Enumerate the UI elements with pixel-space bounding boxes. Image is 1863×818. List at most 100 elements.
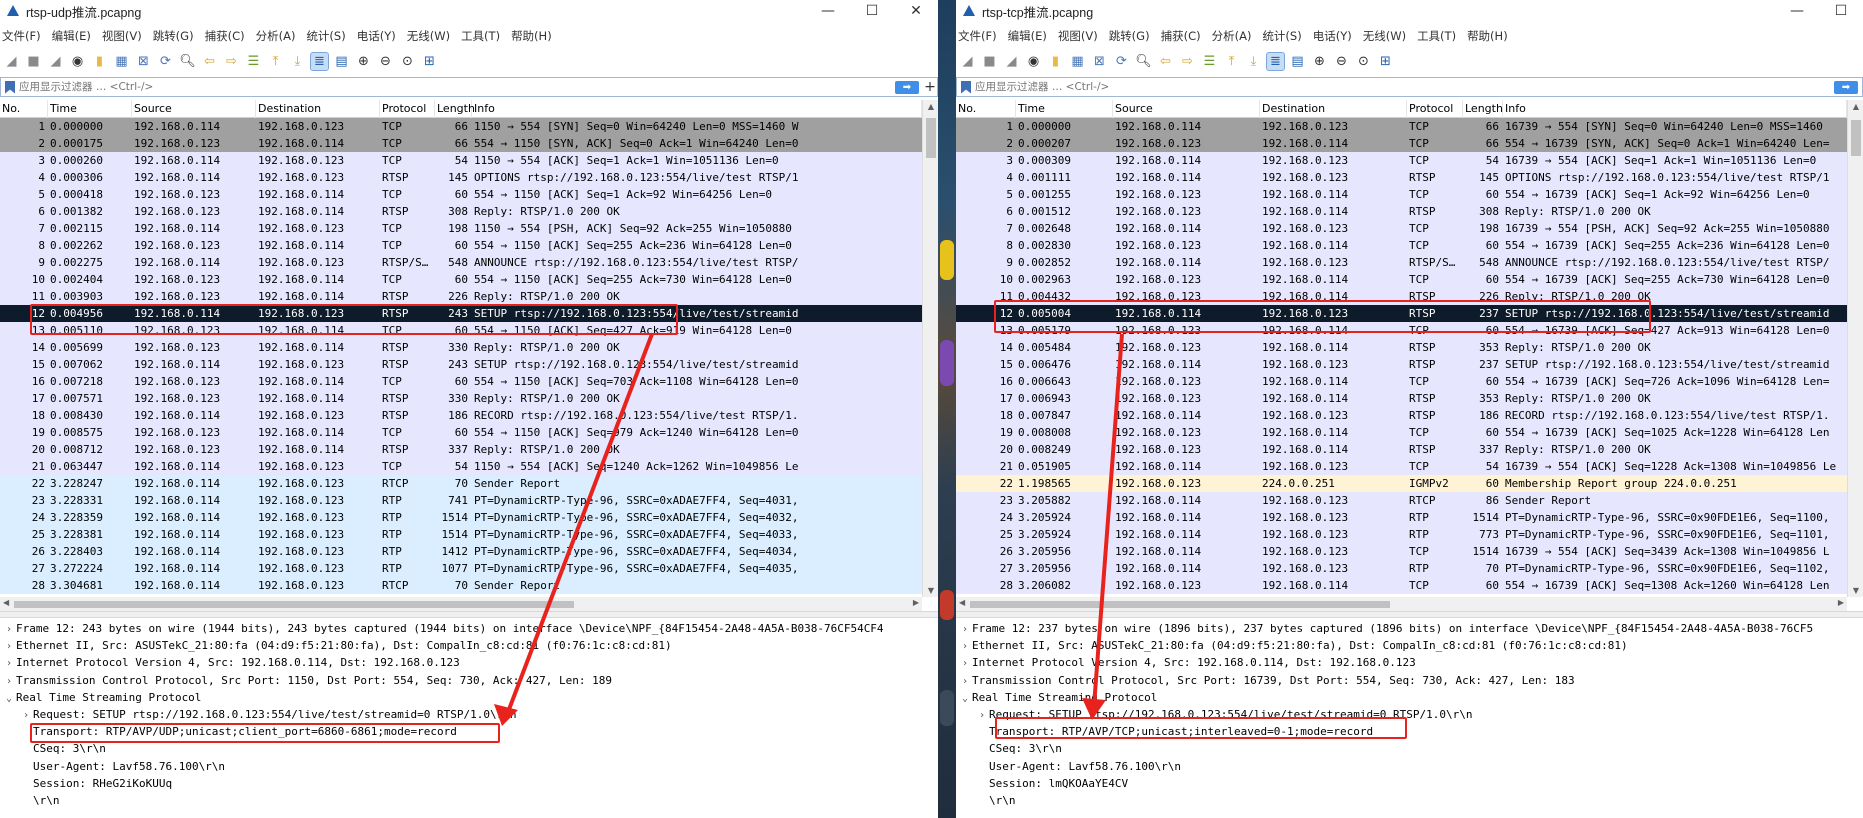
packet-row[interactable]: 23 3.228331 192.168.0.114 192.168.0.123 RTP 7… (0, 492, 922, 509)
detail-tree-item[interactable]: › Request: SETUP rtsp://192.168.0.123:554… (0, 706, 938, 723)
packet-row[interactable]: 6 0.001382 192.168.0.123 192.168.0.114 RTSP 3… (0, 203, 922, 220)
packet-row[interactable]: 25 3.205924 192.168.0.114 192.168.0.123 RTP 7… (956, 526, 1847, 543)
detail-tree-item[interactable]: \r\n (956, 792, 1863, 809)
stop-capture-icon[interactable]: ■ (25, 53, 42, 70)
menu-view[interactable]: 视图(V) (1058, 28, 1098, 44)
col-protocol[interactable]: Protocol (1407, 100, 1463, 118)
packet-row[interactable]: 23 3.205882 192.168.0.114 192.168.0.123 RTCP… (956, 492, 1847, 509)
menu-capture[interactable]: 捕获(C) (1161, 28, 1201, 44)
packet-row[interactable]: 27 3.272224 192.168.0.114 192.168.0.123 RTP 1… (0, 560, 922, 577)
detail-tree-item[interactable]: Session: lmQKOAaYE4CV (956, 775, 1863, 792)
go-back-icon[interactable]: ⇦ (1157, 53, 1174, 70)
packet-row[interactable]: 22 1.198565 192.168.0.123 224.0.0.251 IGMPv2… (956, 475, 1847, 492)
tree-collapsed-icon[interactable]: › (19, 707, 33, 724)
packet-row[interactable]: 1 0.000000 192.168.0.114 192.168.0.123 TCP 66… (956, 118, 1847, 135)
packet-row[interactable]: 2 0.000207 192.168.0.123 192.168.0.114 TCP 66… (956, 135, 1847, 152)
autoscroll-icon[interactable]: ≣ (310, 51, 329, 71)
minimize-button[interactable]: — (1775, 3, 1819, 19)
packet-row[interactable]: 24 3.228359 192.168.0.114 192.168.0.123 RTP 1… (0, 509, 922, 526)
packet-row[interactable]: 18 0.007847 192.168.0.114 192.168.0.123 RTSP… (956, 407, 1847, 424)
detail-tree-item[interactable]: › Transmission Control Protocol, Src Port… (0, 672, 938, 689)
packet-list-vscroll[interactable]: ▲ ▼ (922, 100, 938, 597)
close-file-icon[interactable]: ⊠ (1091, 53, 1108, 70)
detail-tree-item[interactable]: Transport: RTP/AVP/UDP;unicast;client_po… (0, 723, 938, 740)
detail-tree-item[interactable]: ⌄ Real Time Streaming Protocol (956, 689, 1863, 706)
packet-row[interactable]: 4 0.000306 192.168.0.114 192.168.0.123 RTSP 1… (0, 169, 922, 186)
detail-tree-item[interactable]: User-Agent: Lavf58.76.100\r\n (956, 758, 1863, 775)
menu-tools[interactable]: 工具(T) (461, 28, 500, 44)
start-capture-icon[interactable]: ◢ (3, 53, 20, 70)
start-capture-icon[interactable]: ◢ (959, 53, 976, 70)
packet-row[interactable]: 20 0.008249 192.168.0.123 192.168.0.114 RTSP… (956, 441, 1847, 458)
resize-columns-icon[interactable]: ⊞ (1377, 53, 1394, 70)
col-destination[interactable]: Destination (1260, 100, 1407, 118)
apply-filter-icon[interactable]: ➡ (895, 80, 919, 94)
reload-file-icon[interactable]: ⟳ (157, 53, 174, 70)
col-destination[interactable]: Destination (256, 100, 380, 118)
restart-capture-icon[interactable]: ◢ (1003, 53, 1020, 70)
packet-row[interactable]: 3 0.000309 192.168.0.114 192.168.0.123 TCP 54… (956, 152, 1847, 169)
packet-row[interactable]: 15 0.007062 192.168.0.114 192.168.0.123 RTSP… (0, 356, 922, 373)
packet-row[interactable]: 3 0.000260 192.168.0.114 192.168.0.123 TCP 54… (0, 152, 922, 169)
close-file-icon[interactable]: ⊠ (135, 53, 152, 70)
menu-go[interactable]: 跳转(G) (153, 28, 194, 44)
close-button[interactable]: ✕ (894, 3, 938, 19)
packet-row[interactable]: 16 0.007218 192.168.0.123 192.168.0.114 TCP 6… (0, 373, 922, 390)
packet-row[interactable]: 11 0.004432 192.168.0.123 192.168.0.114 RTSP… (956, 288, 1847, 305)
packet-row[interactable]: 8 0.002830 192.168.0.123 192.168.0.114 TCP 60… (956, 237, 1847, 254)
packet-row[interactable]: 19 0.008575 192.168.0.123 192.168.0.114 TCP 6… (0, 424, 922, 441)
menu-capture[interactable]: 捕获(C) (205, 28, 245, 44)
open-file-icon[interactable]: ▮ (1047, 53, 1064, 70)
detail-tree-item[interactable]: CSeq: 3\r\n (0, 740, 938, 757)
packet-row[interactable]: 13 0.005110 192.168.0.123 192.168.0.114 TCP 6… (0, 322, 922, 339)
packet-row[interactable]: 26 3.228403 192.168.0.114 192.168.0.123 RTP 1… (0, 543, 922, 560)
add-filter-button[interactable]: + (923, 79, 937, 95)
menu-help[interactable]: 帮助(H) (511, 28, 552, 44)
menu-wireless[interactable]: 无线(W) (407, 28, 450, 44)
last-packet-icon[interactable]: ⤓ (1245, 53, 1262, 70)
packet-row[interactable]: 16 0.006643 192.168.0.123 192.168.0.114 TCP 6… (956, 373, 1847, 390)
packet-row[interactable]: 19 0.008008 192.168.0.123 192.168.0.114 TCP 6… (956, 424, 1847, 441)
menu-analyze[interactable]: 分析(A) (256, 28, 296, 44)
first-packet-icon[interactable]: ⤒ (1223, 53, 1240, 70)
col-source[interactable]: Source (1113, 100, 1260, 118)
packet-row[interactable]: 7 0.002115 192.168.0.114 192.168.0.123 TCP 19… (0, 220, 922, 237)
packet-row[interactable]: 13 0.005179 192.168.0.123 192.168.0.114 TCP 6… (956, 322, 1847, 339)
packet-row[interactable]: 12 0.004956 192.168.0.114 192.168.0.123 RTSP… (0, 305, 922, 322)
capture-options-icon[interactable]: ◉ (69, 53, 86, 70)
packet-row[interactable]: 9 0.002852 192.168.0.114 192.168.0.123 RTSP/… (956, 254, 1847, 271)
go-back-icon[interactable]: ⇦ (201, 53, 218, 70)
detail-tree-item[interactable]: CSeq: 3\r\n (956, 740, 1863, 757)
tree-collapsed-icon[interactable]: › (2, 621, 16, 638)
packet-row[interactable]: 7 0.002648 192.168.0.114 192.168.0.123 TCP 19… (956, 220, 1847, 237)
packet-list-hscroll[interactable]: ◀ ▶ (956, 597, 1847, 611)
detail-tree-item[interactable]: Session: RHeG2iKoKUUq (0, 775, 938, 792)
stop-capture-icon[interactable]: ■ (981, 53, 998, 70)
minimize-button[interactable]: — (806, 3, 850, 19)
detail-tree-item[interactable]: › Ethernet II, Src: ASUSTekC_21:80:fa (04… (0, 637, 938, 654)
tree-collapsed-icon[interactable]: › (2, 655, 16, 672)
menu-tools[interactable]: 工具(T) (1417, 28, 1456, 44)
tree-collapsed-icon[interactable]: › (958, 673, 972, 690)
menu-statistics[interactable]: 统计(S) (1262, 28, 1301, 44)
menu-telephony[interactable]: 电话(Y) (1313, 28, 1352, 44)
find-packet-icon[interactable]: 🔍︎ (1135, 53, 1152, 70)
pane-splitter[interactable] (956, 611, 1863, 618)
packet-row[interactable]: 17 0.006943 192.168.0.123 192.168.0.114 RTSP… (956, 390, 1847, 407)
menu-wireless[interactable]: 无线(W) (1363, 28, 1406, 44)
detail-tree-item[interactable]: Transport: RTP/AVP/TCP;unicast;interleav… (956, 723, 1863, 740)
tree-collapsed-icon[interactable]: › (958, 655, 972, 672)
col-no[interactable]: No. (0, 100, 48, 118)
packet-list-vscroll[interactable]: ▲ ▼ (1847, 100, 1863, 597)
detail-tree-item[interactable]: › Request: SETUP rtsp://192.168.0.123:554… (956, 706, 1863, 723)
go-forward-icon[interactable]: ⇨ (1179, 53, 1196, 70)
packet-row[interactable]: 27 3.205956 192.168.0.114 192.168.0.123 RTP 7… (956, 560, 1847, 577)
packet-row[interactable]: 5 0.000418 192.168.0.123 192.168.0.114 TCP 60… (0, 186, 922, 203)
tree-expanded-icon[interactable]: ⌄ (958, 690, 972, 707)
zoom-out-icon[interactable]: ⊖ (377, 53, 394, 70)
menu-help[interactable]: 帮助(H) (1467, 28, 1508, 44)
col-protocol[interactable]: Protocol (380, 100, 435, 118)
zoom-reset-icon[interactable]: ⊙ (399, 53, 416, 70)
col-source[interactable]: Source (132, 100, 256, 118)
pane-splitter[interactable] (0, 611, 938, 618)
